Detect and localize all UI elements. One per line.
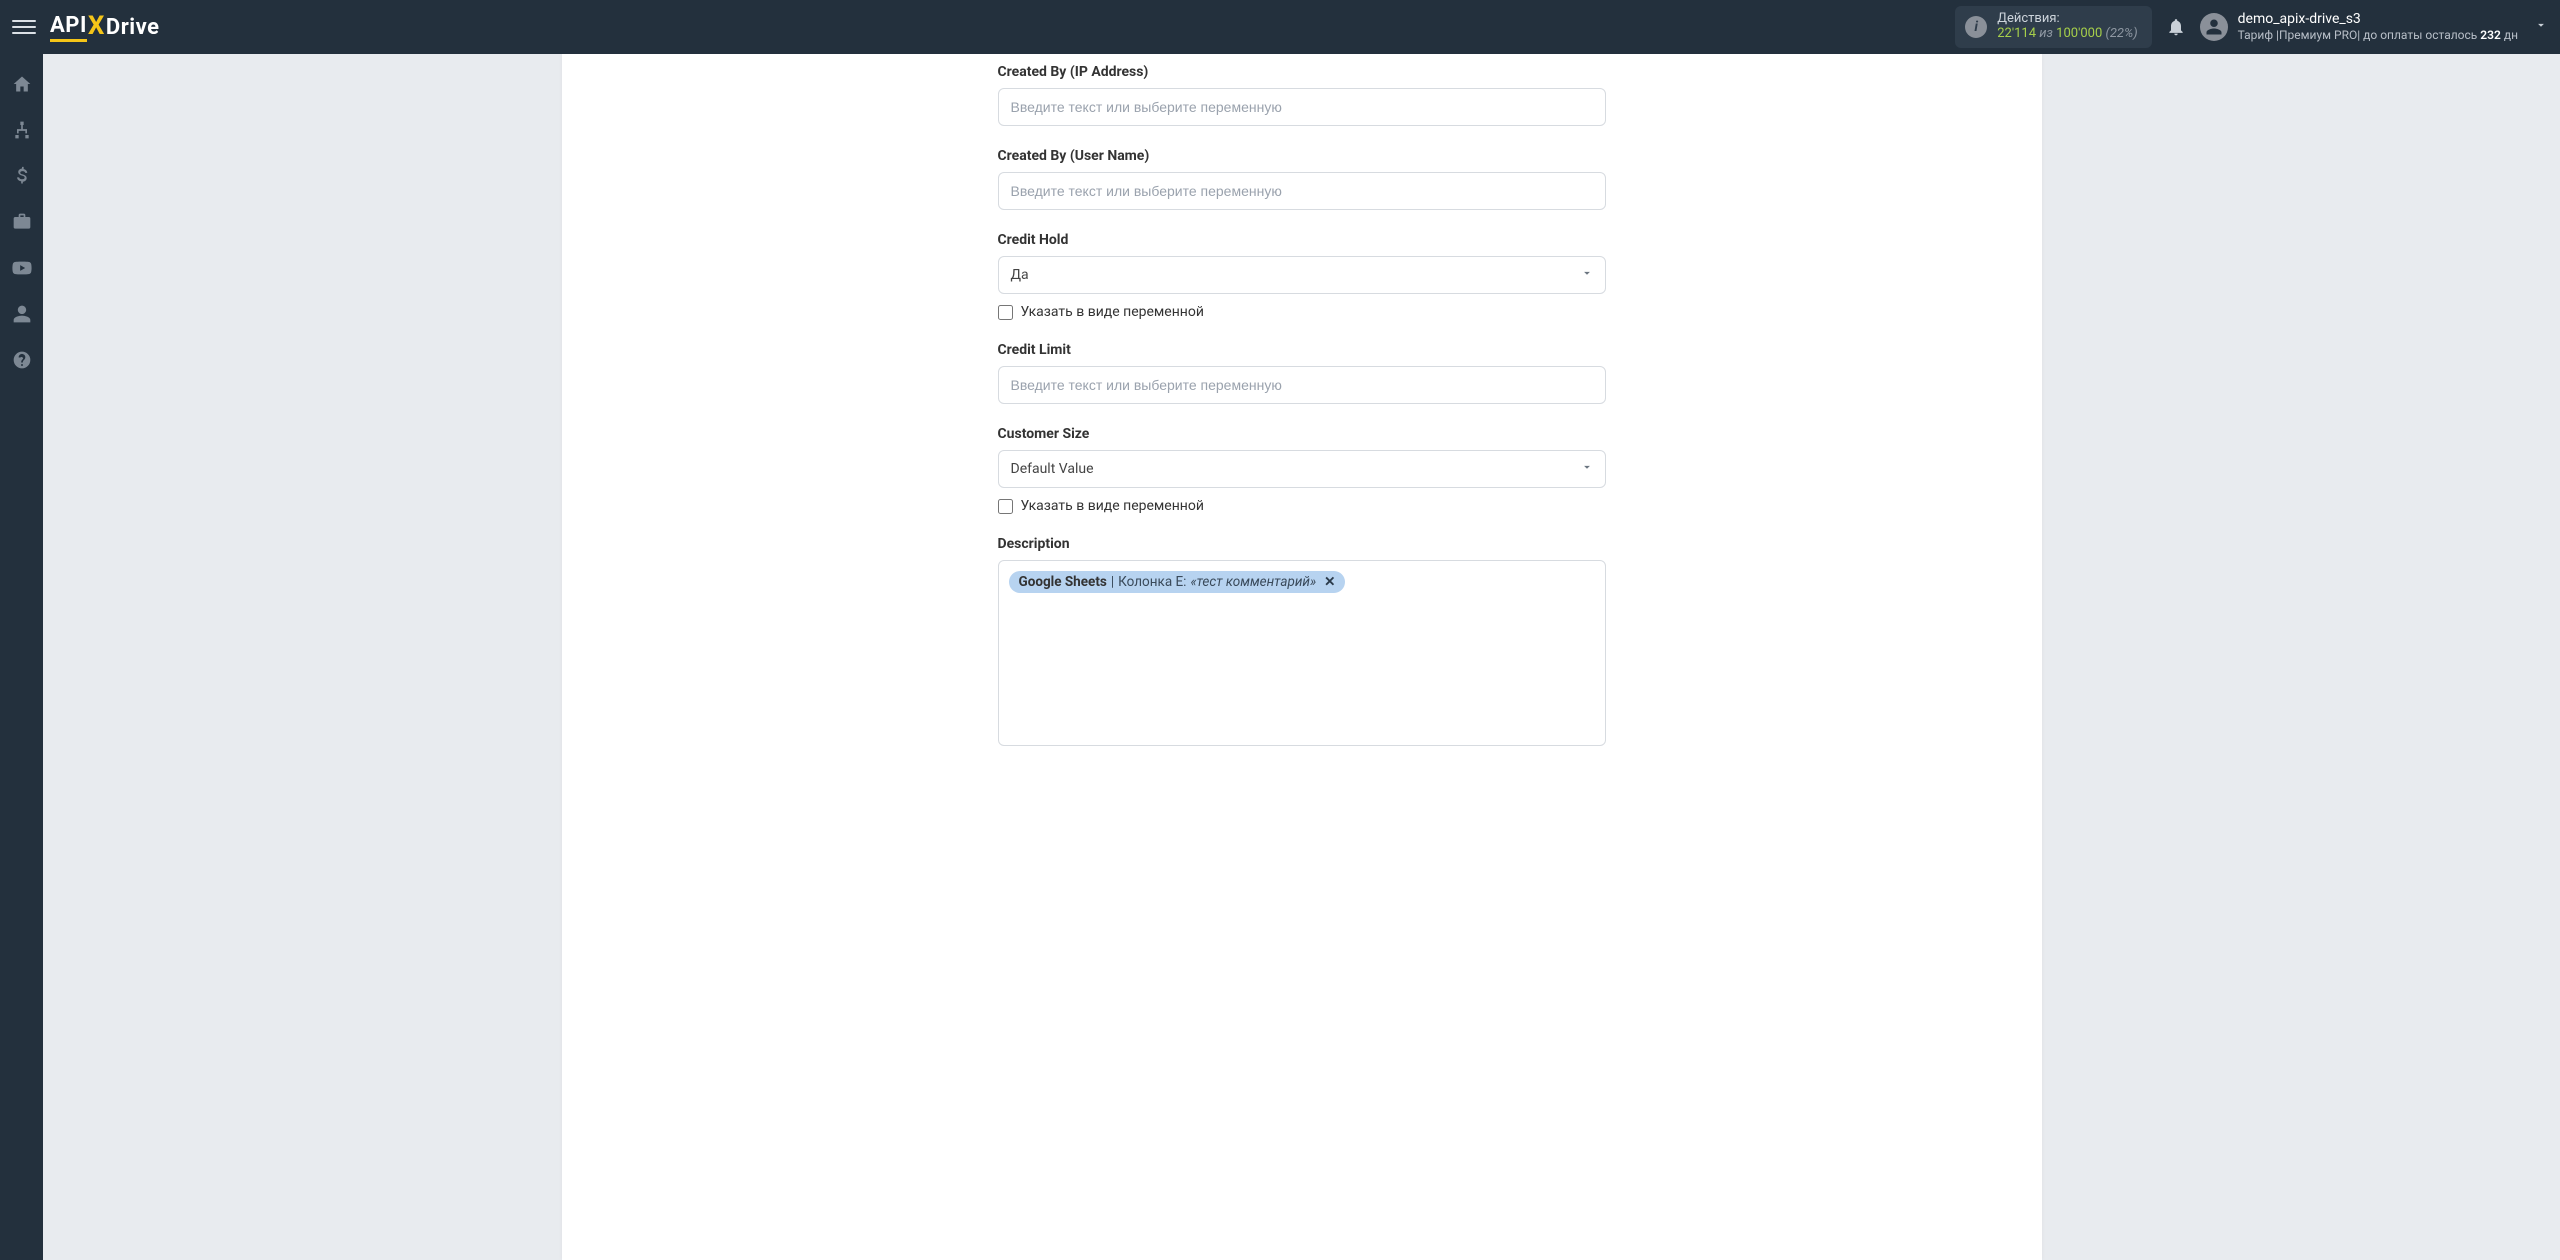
- select-customer-size[interactable]: Default Value: [998, 450, 1606, 488]
- actions-pct: (22%): [2106, 26, 2138, 41]
- field-credit-hold: Credit Hold Да Указать в виде переменной: [998, 232, 1606, 320]
- topbar-right: i Действия: 22'114 из 100'000 (22%) demo…: [1955, 6, 2548, 48]
- avatar-icon: [2200, 13, 2228, 41]
- logo[interactable]: APIXDrive: [50, 12, 159, 42]
- user-icon: [12, 304, 32, 324]
- input-created-by-user[interactable]: [998, 172, 1606, 210]
- help-icon: [12, 350, 32, 370]
- label-credit-hold: Credit Hold: [998, 232, 1606, 248]
- sitemap-icon: [12, 120, 32, 140]
- token-source: Google Sheets: [1019, 574, 1107, 590]
- field-created-by-ip: Created By (IP Address): [998, 64, 1606, 126]
- label-customer-size: Customer Size: [998, 426, 1606, 442]
- field-description: Description Google Sheets | Колонка E: «…: [998, 536, 1606, 746]
- token-col: Колонка E:: [1118, 574, 1186, 590]
- label-created-by-ip: Created By (IP Address): [998, 64, 1606, 80]
- select-credit-hold-value: Да: [998, 256, 1606, 294]
- tariff-prefix: Тариф |: [2238, 28, 2279, 42]
- label-created-by-user: Created By (User Name): [998, 148, 1606, 164]
- token-value: «тест комментарий»: [1190, 574, 1316, 590]
- label-credit-limit: Credit Limit: [998, 342, 1606, 358]
- sidebar-item-briefcase[interactable]: [0, 202, 43, 242]
- tariff-mid: | до оплаты осталось: [2357, 28, 2480, 42]
- actions-used: 22'114: [1997, 26, 2036, 41]
- actions-label: Действия:: [1997, 12, 2137, 27]
- label-description: Description: [998, 536, 1606, 552]
- info-icon: i: [1965, 16, 1987, 38]
- sidebar-item-youtube[interactable]: [0, 248, 43, 288]
- sidebar: [0, 54, 43, 1260]
- checkbox-customer-size-var[interactable]: [998, 499, 1013, 514]
- user-menu[interactable]: demo_apix-drive_s3 Тариф |Премиум PRO| д…: [2200, 11, 2548, 42]
- logo-part1: API: [50, 13, 87, 42]
- sidebar-item-home[interactable]: [0, 64, 43, 104]
- field-created-by-user: Created By (User Name): [998, 148, 1606, 210]
- tariff-days: 232: [2480, 28, 2501, 42]
- checkbox-row-credit-hold[interactable]: Указать в виде переменной: [998, 304, 1606, 320]
- sidebar-item-help[interactable]: [0, 340, 43, 380]
- field-credit-limit: Credit Limit: [998, 342, 1606, 404]
- tariff-name: Премиум PRO: [2279, 28, 2357, 42]
- field-customer-size: Customer Size Default Value Указать в ви…: [998, 426, 1606, 514]
- panel: Created By (IP Address) Created By (User…: [562, 54, 2042, 1260]
- checkbox-label-customer-size-var: Указать в виде переменной: [1021, 498, 1204, 514]
- actions-lines: Действия: 22'114 из 100'000 (22%): [1997, 12, 2137, 42]
- chevron-down-icon: [2534, 18, 2548, 36]
- bell-icon[interactable]: [2166, 17, 2186, 37]
- actions-values: 22'114 из 100'000 (22%): [1997, 27, 2137, 42]
- sidebar-item-user[interactable]: [0, 294, 43, 334]
- actions-badge[interactable]: i Действия: 22'114 из 100'000 (22%): [1955, 6, 2151, 48]
- briefcase-icon: [12, 212, 32, 232]
- sidebar-item-sitemap[interactable]: [0, 110, 43, 150]
- select-customer-size-value: Default Value: [998, 450, 1606, 488]
- user-lines: demo_apix-drive_s3 Тариф |Премиум PRO| д…: [2238, 11, 2518, 42]
- logo-part3: Drive: [106, 15, 160, 40]
- dollar-icon: [12, 166, 32, 186]
- form-area: Created By (IP Address) Created By (User…: [998, 54, 1606, 808]
- token-sep: |: [1111, 574, 1114, 590]
- username: demo_apix-drive_s3: [2238, 11, 2518, 28]
- checkbox-row-customer-size[interactable]: Указать в виде переменной: [998, 498, 1606, 514]
- checkbox-credit-hold-var[interactable]: [998, 305, 1013, 320]
- logo-part2: X: [88, 11, 105, 41]
- actions-total: 100'000: [2056, 26, 2102, 41]
- input-credit-limit[interactable]: [998, 366, 1606, 404]
- tariff-suffix: дн: [2501, 28, 2518, 42]
- topbar: APIXDrive i Действия: 22'114 из 100'000 …: [0, 0, 2560, 54]
- token-area-description[interactable]: Google Sheets | Колонка E: «тест коммент…: [998, 560, 1606, 746]
- youtube-icon: [12, 258, 32, 278]
- hamburger-menu[interactable]: [12, 15, 36, 39]
- checkbox-label-credit-hold-var: Указать в виде переменной: [1021, 304, 1204, 320]
- token-remove-icon[interactable]: ✕: [1324, 574, 1335, 590]
- content-scroll[interactable]: Created By (IP Address) Created By (User…: [43, 54, 2560, 1260]
- home-icon: [12, 74, 32, 94]
- input-created-by-ip[interactable]: [998, 88, 1606, 126]
- select-credit-hold[interactable]: Да: [998, 256, 1606, 294]
- variable-token: Google Sheets | Колонка E: «тест коммент…: [1009, 571, 1346, 593]
- actions-iz: из: [2039, 26, 2053, 41]
- tariff-line: Тариф |Премиум PRO| до оплаты осталось 2…: [2238, 28, 2518, 42]
- sidebar-item-billing[interactable]: [0, 156, 43, 196]
